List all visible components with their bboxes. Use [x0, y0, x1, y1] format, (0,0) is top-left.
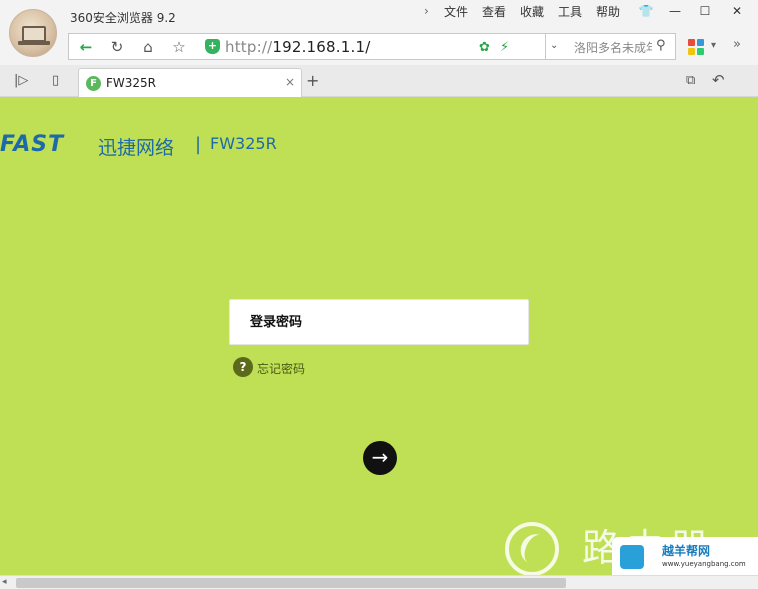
- minimize-button[interactable]: —: [662, 2, 688, 20]
- accelerate-icon[interactable]: ✿: [479, 40, 490, 55]
- user-avatar[interactable]: [9, 9, 57, 57]
- tab-fw325r[interactable]: F FW325R ×: [78, 68, 302, 97]
- watermark-logo-icon: [505, 522, 559, 575]
- favicon-icon: F: [86, 76, 101, 91]
- wifi-icon: [620, 545, 644, 569]
- close-tab-icon[interactable]: ×: [285, 75, 295, 89]
- title-bar: 360安全浏览器 9.2 › 文件 查看 收藏 工具 帮助 👕 — ☐ ✕: [0, 0, 758, 33]
- sidebar-toggle-icon[interactable]: |▷: [14, 73, 28, 88]
- url-text[interactable]: http://192.168.1.1/: [225, 38, 370, 56]
- laptop-icon: [22, 26, 46, 42]
- skin-button[interactable]: 👕: [633, 2, 659, 20]
- forgot-password-label: 忘记密码: [257, 362, 306, 376]
- model-name: FW325R: [210, 134, 277, 153]
- chevron-down-icon[interactable]: ⌄: [550, 40, 558, 51]
- password-input[interactable]: [229, 299, 529, 345]
- apps-grid-icon[interactable]: [688, 39, 704, 55]
- secure-shield-icon[interactable]: +: [205, 39, 220, 54]
- back-icon[interactable]: ←: [75, 38, 97, 56]
- url-host: 192.168.1.1/: [272, 38, 371, 56]
- phone-icon[interactable]: ▯: [52, 73, 59, 88]
- more-icon[interactable]: »: [733, 37, 741, 52]
- address-toolbar: ← ↻ ⌂ ☆ + http://192.168.1.1/ ✿ ⚡ ⌄ 洛阳多名…: [0, 33, 758, 65]
- app-title: 360安全浏览器 9.2: [70, 11, 176, 25]
- tab-bar: |▷ ▯ F FW325R × + ⧉ ↶: [0, 65, 758, 97]
- router-login-page: FAST 迅捷网络 | FW325R ? 忘记密码 → 路由器 越羊帮网 www…: [0, 97, 758, 575]
- login-arrow-button[interactable]: →: [363, 441, 397, 475]
- restore-tabs-icon[interactable]: ⧉: [686, 73, 695, 88]
- watermark-badge: 越羊帮网 www.yueyangbang.com: [612, 537, 758, 575]
- menu-view[interactable]: 查看: [482, 3, 506, 20]
- menu-file[interactable]: 文件: [444, 3, 468, 20]
- lightning-icon[interactable]: ⚡: [500, 40, 509, 55]
- menu-tools[interactable]: 工具: [558, 3, 582, 20]
- brand-name: 迅捷网络: [98, 137, 175, 159]
- question-icon: ?: [233, 357, 253, 377]
- undo-close-icon[interactable]: ↶: [712, 71, 725, 89]
- brand-separator: |: [195, 134, 202, 155]
- tab-title: FW325R: [106, 76, 157, 90]
- apps-caret-icon[interactable]: ▾: [711, 40, 716, 51]
- maximize-button[interactable]: ☐: [692, 2, 718, 20]
- watermark-badge-url: www.yueyangbang.com: [662, 560, 746, 568]
- search-icon[interactable]: ⚲: [656, 38, 666, 53]
- home-icon[interactable]: ⌂: [137, 38, 159, 56]
- scroll-left-icon[interactable]: ◂: [2, 577, 7, 587]
- menu-more-arrow[interactable]: ›: [424, 4, 429, 18]
- new-tab-button[interactable]: +: [306, 71, 319, 90]
- watermark-badge-name: 越羊帮网: [662, 544, 711, 558]
- url-protocol: http://: [225, 38, 273, 56]
- refresh-icon[interactable]: ↻: [106, 38, 128, 56]
- menu-favorites[interactable]: 收藏: [520, 3, 544, 20]
- menu-help[interactable]: 帮助: [596, 3, 620, 20]
- horizontal-scrollbar[interactable]: ◂: [0, 575, 758, 589]
- close-button[interactable]: ✕: [724, 2, 750, 20]
- search-box[interactable]: ⌄ 洛阳多名未成年 ⚲: [546, 33, 676, 60]
- address-bar[interactable]: ← ↻ ⌂ ☆ + http://192.168.1.1/ ✿ ⚡: [68, 33, 546, 60]
- fast-logo: FAST: [0, 132, 65, 157]
- star-icon[interactable]: ☆: [168, 38, 190, 56]
- scrollbar-thumb[interactable]: [16, 578, 566, 588]
- search-input[interactable]: 洛阳多名未成年: [574, 39, 652, 56]
